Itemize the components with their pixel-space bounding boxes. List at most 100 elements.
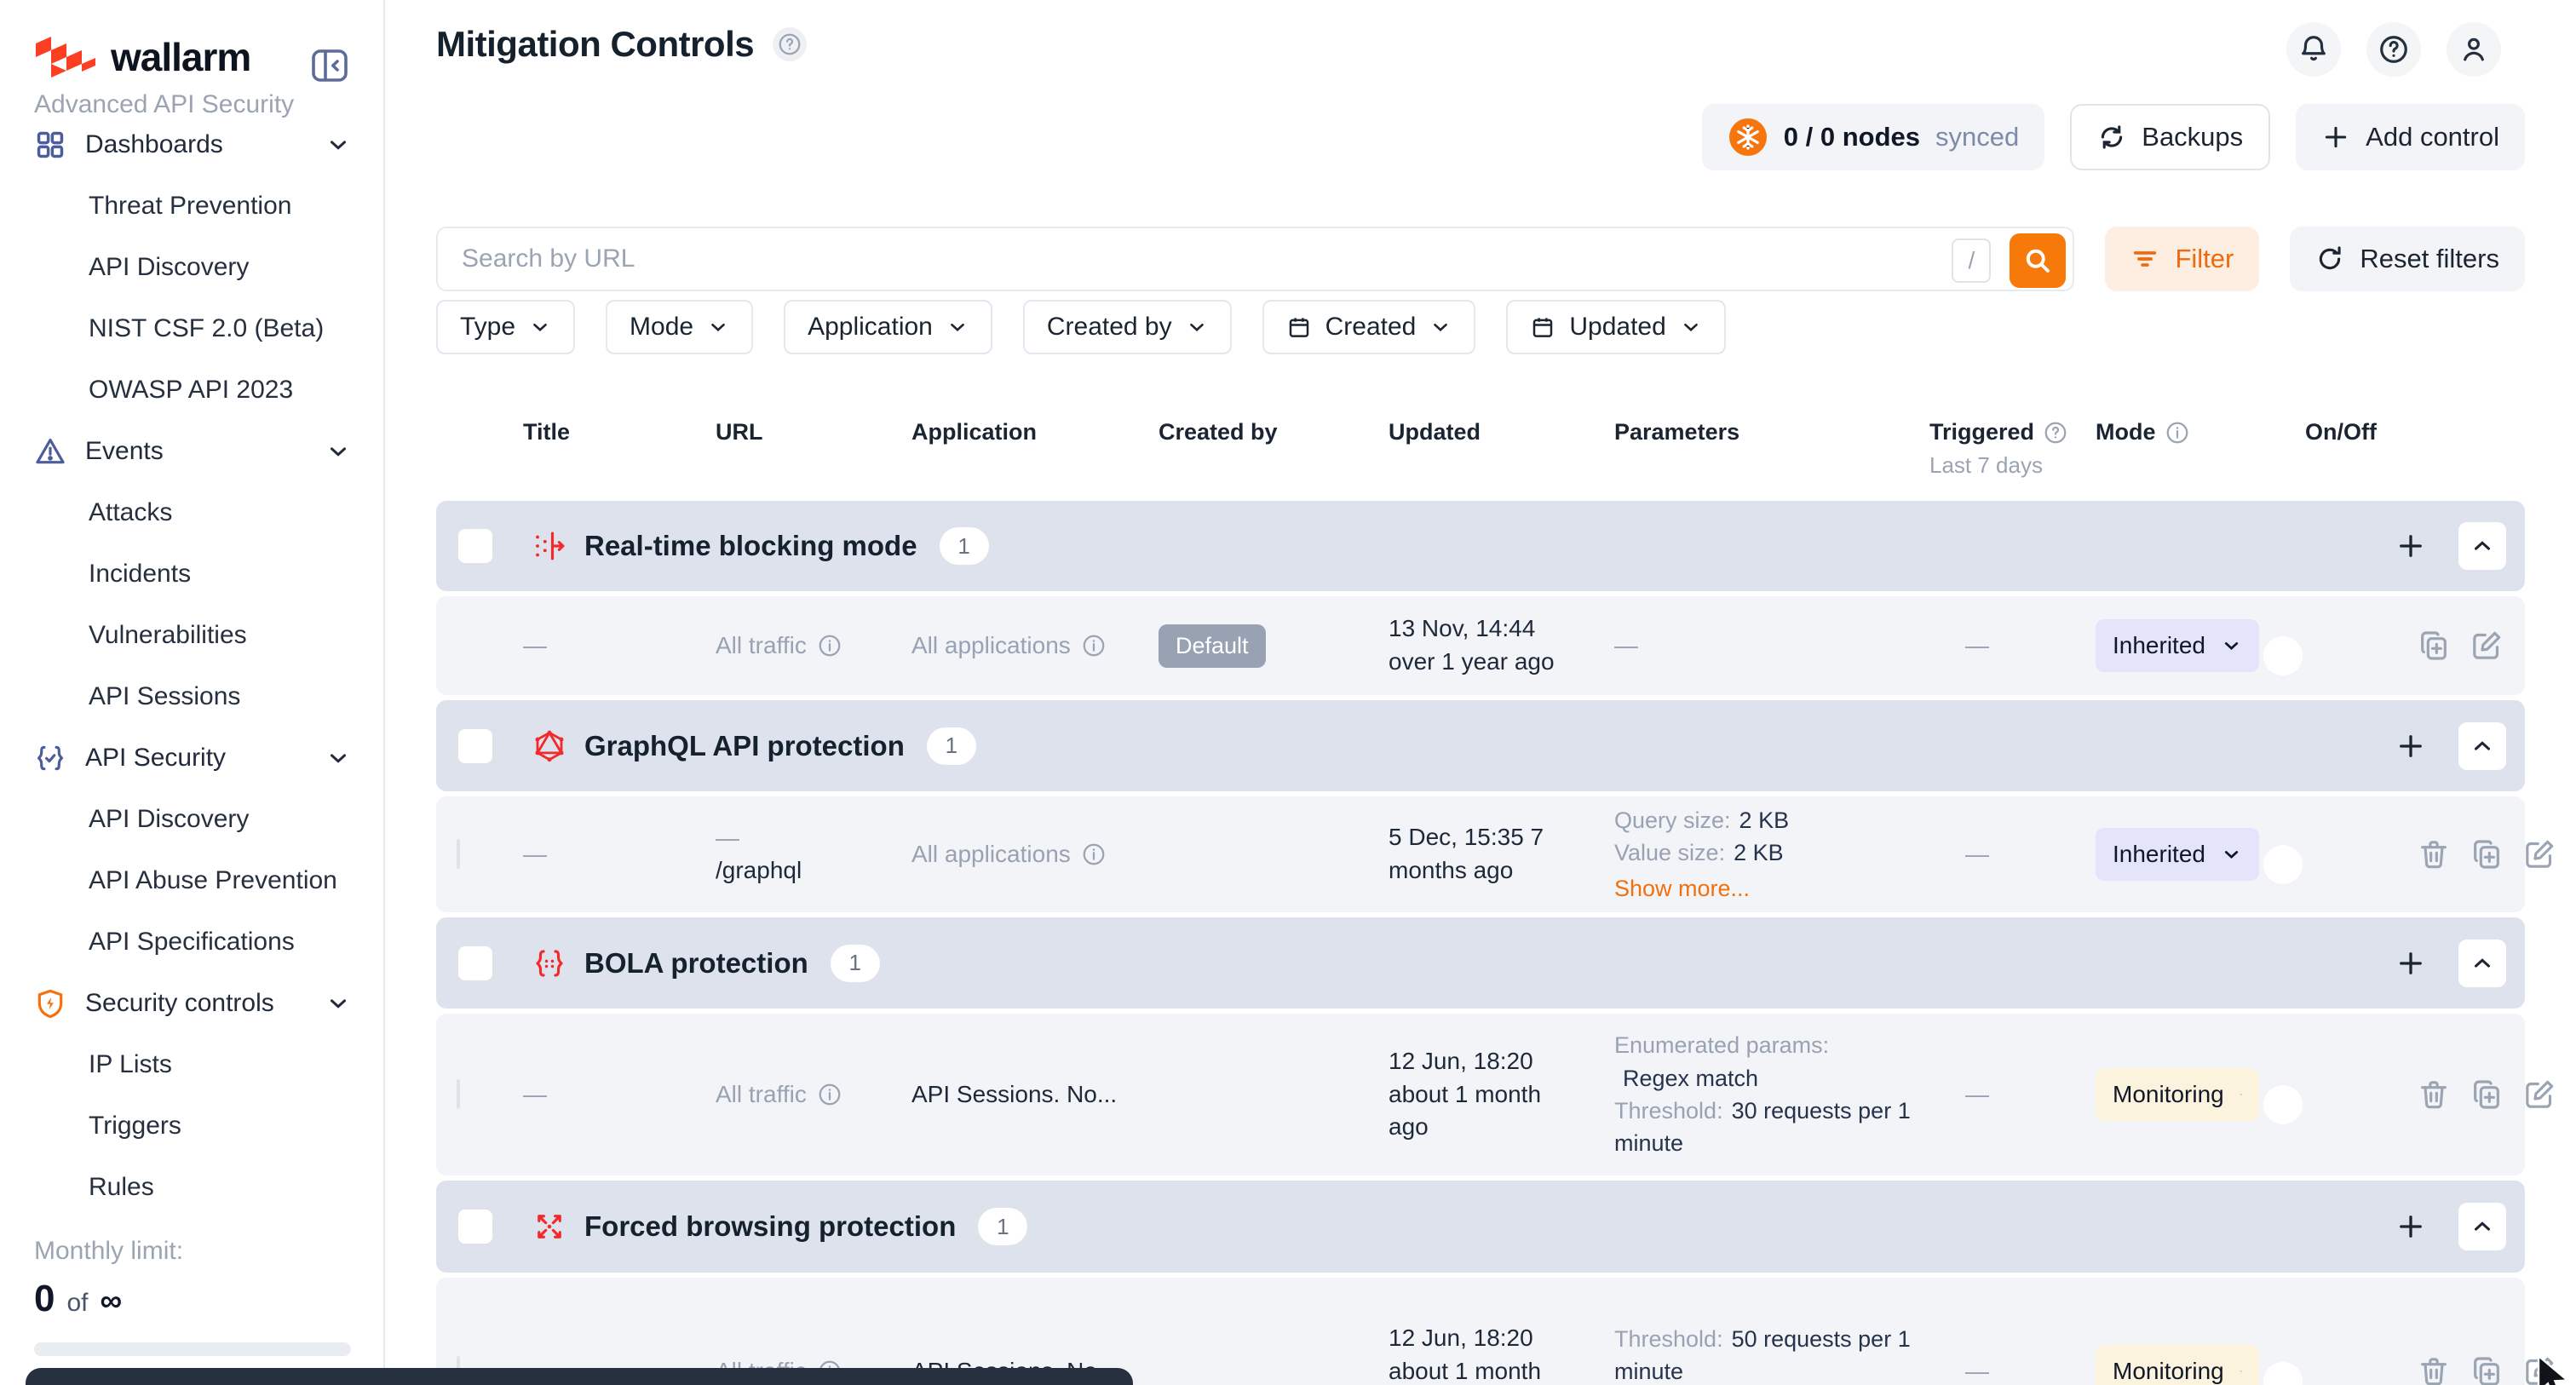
backups-button[interactable]: Backups xyxy=(2070,104,2270,170)
sidebar-item-nist-csf[interactable]: NIST CSF 2.0 (Beta) xyxy=(0,298,383,359)
chevron-down-icon xyxy=(1429,316,1452,338)
sidebar-item-api-discovery-2[interactable]: API Discovery xyxy=(0,789,383,850)
group-checkbox[interactable] xyxy=(457,945,494,982)
group-header-realtime-blocking: Real-time blocking mode 1 xyxy=(436,501,2525,591)
group-checkbox[interactable] xyxy=(457,527,494,565)
braces-check-icon xyxy=(34,742,66,774)
group-add-icon[interactable] xyxy=(2387,940,2435,987)
group-collapse-button[interactable] xyxy=(2458,940,2506,987)
main-content: Mitigation Controls 0 / 0 nodes sy xyxy=(385,0,2576,1385)
filter-chip-type[interactable]: Type xyxy=(436,300,575,354)
add-control-button[interactable]: Add control xyxy=(2296,104,2525,170)
sidebar-item-events[interactable]: Events xyxy=(0,421,383,482)
filter-chip-application[interactable]: Application xyxy=(784,300,992,354)
chevron-down-icon xyxy=(325,439,351,464)
search-input[interactable] xyxy=(438,228,2073,290)
group-add-icon[interactable] xyxy=(2387,522,2435,570)
sidebar-item-api-discovery[interactable]: API Discovery xyxy=(0,237,383,298)
column-updated: Updated xyxy=(1373,407,1599,445)
sidebar-item-security-controls[interactable]: Security controls xyxy=(0,973,383,1034)
edit-icon[interactable] xyxy=(2470,629,2504,663)
chevron-down-icon xyxy=(529,316,551,338)
duplicate-icon[interactable] xyxy=(2470,837,2504,871)
sidebar-item-api-security[interactable]: API Security xyxy=(0,727,383,789)
sidebar-item-triggers[interactable]: Triggers xyxy=(0,1095,383,1157)
edit-icon[interactable] xyxy=(2522,1078,2556,1112)
cell-url-text: All traffic xyxy=(716,1081,807,1108)
monthly-limit-progressbar xyxy=(34,1342,351,1356)
page-help-icon[interactable] xyxy=(773,27,807,61)
sidebar-item-label: Incidents xyxy=(89,560,191,589)
column-checkbox-spacer xyxy=(436,407,508,419)
sidebar-item-dashboards[interactable]: Dashboards xyxy=(0,114,383,175)
sidebar-item-api-sessions[interactable]: API Sessions xyxy=(0,666,383,727)
duplicate-icon[interactable] xyxy=(2417,629,2451,663)
param-line: Threshold:50 requests per 1 minute xyxy=(1614,1323,1914,1385)
cell-onoff xyxy=(2268,1358,2417,1385)
group-count-badge: 1 xyxy=(978,1208,1027,1245)
user-profile-icon[interactable] xyxy=(2447,22,2501,77)
notifications-bell-icon[interactable] xyxy=(2286,22,2341,77)
group-add-icon[interactable] xyxy=(2387,722,2435,770)
group-collapse-button[interactable] xyxy=(2458,522,2506,570)
group-checkbox[interactable] xyxy=(457,1208,494,1245)
sidebar-item-owasp-api[interactable]: OWASP API 2023 xyxy=(0,359,383,421)
chevron-down-icon xyxy=(2240,1360,2242,1382)
group-collapse-button[interactable] xyxy=(2458,722,2506,770)
chevron-up-icon xyxy=(2470,1214,2495,1239)
chevron-down-icon xyxy=(325,745,351,771)
calendar-icon xyxy=(1530,314,1555,340)
filter-chip-updated[interactable]: Updated xyxy=(1506,300,1725,354)
table-header: Title URL Application Created by Updated… xyxy=(436,407,2525,477)
cell-triggered: — xyxy=(1914,1081,2080,1108)
table-row: — All traffic All applications Default 1… xyxy=(436,596,2525,695)
sidebar-item-incidents[interactable]: Incidents xyxy=(0,543,383,605)
param-line: Threshold:30 requests per 1 minute xyxy=(1614,1095,1914,1160)
edit-icon[interactable] xyxy=(2522,837,2556,871)
mode-select[interactable]: Monitoring xyxy=(2096,1068,2259,1121)
reset-icon xyxy=(2315,244,2344,273)
row-checkbox[interactable] xyxy=(457,839,460,869)
sidebar: wallarm Advanced API Security Dashboards… xyxy=(0,0,385,1385)
sidebar-item-attacks[interactable]: Attacks xyxy=(0,482,383,543)
reset-filters-button[interactable]: Reset filters xyxy=(2290,227,2525,291)
column-triggered-sub: Last 7 days xyxy=(1929,452,2080,479)
filter-icon xyxy=(2130,244,2159,273)
help-icon[interactable] xyxy=(2366,22,2421,77)
show-more-link[interactable]: Show more... xyxy=(1614,872,1914,905)
delete-icon[interactable] xyxy=(2417,837,2451,871)
sidebar-item-label: Triggers xyxy=(89,1112,181,1141)
sidebar-item-vulnerabilities[interactable]: Vulnerabilities xyxy=(0,605,383,666)
nodes-sync-badge[interactable]: 0 / 0 nodes synced xyxy=(1702,104,2044,170)
sidebar-collapse-icon[interactable] xyxy=(308,44,351,87)
delete-icon[interactable] xyxy=(2417,1078,2451,1112)
search-button[interactable] xyxy=(2010,233,2066,288)
mode-select[interactable]: Inherited xyxy=(2096,619,2259,672)
cell-triggered: — xyxy=(1914,841,2080,868)
sidebar-item-rules[interactable]: Rules xyxy=(0,1157,383,1218)
delete-icon[interactable] xyxy=(2417,1354,2451,1385)
group-checkbox[interactable] xyxy=(457,727,494,765)
row-checkbox[interactable] xyxy=(457,1079,460,1109)
duplicate-icon[interactable] xyxy=(2470,1078,2504,1112)
cell-application-text: All applications xyxy=(911,632,1071,659)
filter-chip-created[interactable]: Created xyxy=(1262,300,1476,354)
sidebar-item-ip-lists[interactable]: IP Lists xyxy=(0,1034,383,1095)
sidebar-item-api-abuse-prevention[interactable]: API Abuse Prevention xyxy=(0,850,383,911)
mode-select[interactable]: Inherited xyxy=(2096,828,2259,881)
mode-select[interactable]: Monitoring xyxy=(2096,1345,2259,1385)
group-add-icon[interactable] xyxy=(2387,1203,2435,1250)
sidebar-item-threat-prevention[interactable]: Threat Prevention xyxy=(0,175,383,237)
sidebar-item-api-specifications[interactable]: API Specifications xyxy=(0,911,383,973)
cell-mode: Monitoring xyxy=(2080,1068,2268,1121)
cell-updated: 5 Dec, 15:35 7 months ago xyxy=(1373,821,1578,887)
group-title: GraphQL API protection xyxy=(584,730,905,762)
duplicate-icon[interactable] xyxy=(2470,1354,2504,1385)
chip-label: Created xyxy=(1325,313,1417,342)
group-collapse-button[interactable] xyxy=(2458,1203,2506,1250)
filter-chip-mode[interactable]: Mode xyxy=(606,300,753,354)
filter-chip-created-by[interactable]: Created by xyxy=(1023,300,1232,354)
column-mode: Mode xyxy=(2080,407,2268,445)
cell-triggered: — xyxy=(1914,1358,2080,1385)
filter-button[interactable]: Filter xyxy=(2105,227,2259,291)
